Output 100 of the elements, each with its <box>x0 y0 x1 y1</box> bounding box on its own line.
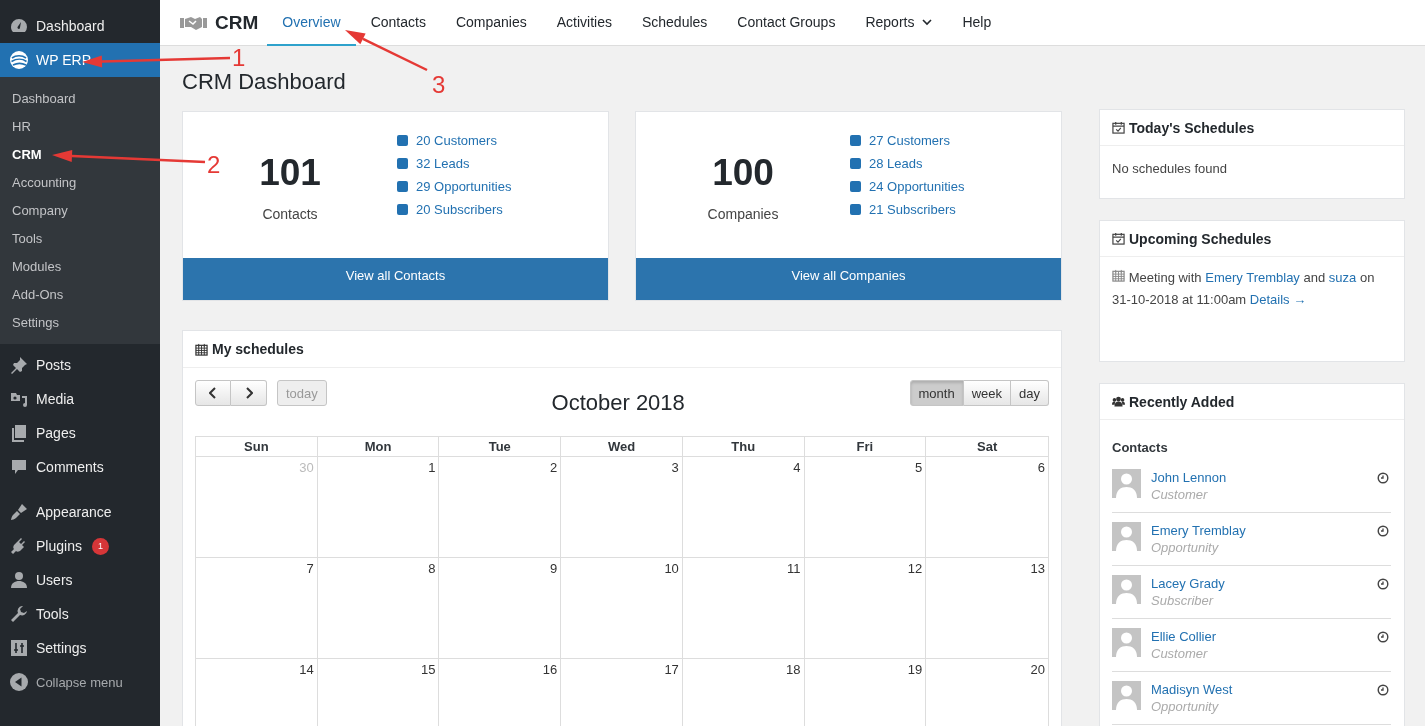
pin-icon <box>9 355 29 375</box>
submenu-item[interactable]: Company <box>0 196 160 224</box>
contact-name[interactable]: Emery Tremblay <box>1151 522 1246 539</box>
page-title: CRM Dashboard <box>182 69 346 95</box>
sidebar-item[interactable]: Plugins 1 <box>0 529 160 563</box>
nav-tab[interactable]: Schedules <box>626 0 723 46</box>
day-number[interactable]: 10 <box>664 561 679 576</box>
day-number[interactable]: 9 <box>549 561 558 576</box>
submenu-item[interactable]: Add-Ons <box>0 280 160 308</box>
details-link[interactable]: Details → <box>1249 292 1307 307</box>
nav-tab[interactable]: Reports <box>850 0 948 46</box>
calendar-icon <box>195 342 208 356</box>
contact-name[interactable]: Lacey Grady <box>1151 575 1225 592</box>
nav-tab[interactable]: Help <box>947 0 1007 46</box>
view-toggle[interactable]: month <box>909 380 964 406</box>
next-button[interactable] <box>231 380 267 406</box>
sidebar-item[interactable]: Users <box>0 563 160 597</box>
submenu-item[interactable]: HR <box>0 112 160 140</box>
user-link[interactable]: suza <box>1328 270 1357 285</box>
day-number[interactable]: 5 <box>915 460 923 475</box>
count-label: Contacts <box>262 206 318 222</box>
avatar-placeholder <box>1112 469 1141 498</box>
globe-icon <box>9 50 29 70</box>
panel-title: Today's Schedules <box>1129 119 1255 136</box>
sidebar-item[interactable]: Media <box>0 382 160 416</box>
sidebar-item[interactable]: Appearance <box>0 495 160 529</box>
nav-tab[interactable]: Contacts <box>355 0 441 46</box>
submenu-item[interactable]: Dashboard <box>0 84 160 112</box>
nav-tab[interactable]: Activities <box>541 0 627 46</box>
submenu-item[interactable]: Tools <box>0 224 160 252</box>
contact-type: Customer <box>1151 486 1209 503</box>
view-all-button[interactable]: View all Contacts <box>183 258 608 300</box>
sidebar-item[interactable]: WP ERP <box>0 43 160 77</box>
stat-link[interactable]: 20 Subscribers <box>397 201 512 217</box>
day-number[interactable]: 17 <box>664 662 679 677</box>
panel-title: My schedules <box>212 341 304 357</box>
view-all-button[interactable]: View all Companies <box>636 258 1061 300</box>
calendar-check-icon <box>1112 121 1125 134</box>
wrench-icon <box>9 604 29 624</box>
stat-link[interactable]: 28 Leads <box>850 155 965 171</box>
clock-icon <box>1377 631 1389 643</box>
submenu-item[interactable]: Modules <box>0 252 160 280</box>
contact-type: Subscriber <box>1151 592 1215 609</box>
submenu-item[interactable]: Settings <box>0 308 160 336</box>
collapse-menu-button[interactable]: Collapse menu <box>0 665 160 699</box>
day-number[interactable]: 6 <box>1037 460 1045 475</box>
contact-link[interactable]: Emery Tremblay <box>1205 270 1300 285</box>
user-icon <box>9 570 29 590</box>
caret-icon <box>922 18 933 26</box>
day-number[interactable]: 8 <box>428 561 436 576</box>
weekday-header: Tue <box>439 437 562 457</box>
day-number[interactable]: 16 <box>542 662 558 677</box>
day-number[interactable]: 14 <box>299 662 314 677</box>
chevron-left-icon <box>209 387 217 399</box>
sidebar-item[interactable]: Posts <box>0 348 160 382</box>
submenu-item[interactable]: Accounting <box>0 168 160 196</box>
view-toggle[interactable]: day <box>1011 380 1049 406</box>
day-number[interactable]: 4 <box>793 460 801 475</box>
avatar-placeholder <box>1112 522 1141 551</box>
day-number[interactable]: 2 <box>549 460 558 475</box>
day-number[interactable]: 11 <box>787 561 801 576</box>
avatar-placeholder <box>1112 628 1141 657</box>
weekday-header: Thu <box>682 437 805 457</box>
day-number[interactable]: 3 <box>671 460 679 475</box>
previous-button[interactable] <box>195 380 231 406</box>
panel-title: Recently Added <box>1129 393 1235 410</box>
day-number[interactable]: 18 <box>786 662 801 677</box>
sidebar-item[interactable]: Tools <box>0 597 160 631</box>
nav-tab[interactable]: Companies <box>440 0 542 46</box>
submenu-item[interactable]: CRM <box>0 140 160 168</box>
stat-link[interactable]: 20 Customers <box>397 132 512 148</box>
stat-link[interactable]: 21 Subscribers <box>850 201 965 217</box>
view-toggle[interactable]: week <box>963 380 1012 406</box>
sidebar-item[interactable]: Pages <box>0 416 160 450</box>
contact-type: Opportunity <box>1151 539 1220 556</box>
handshake-icon <box>180 14 207 31</box>
day-number[interactable]: 13 <box>1030 561 1045 576</box>
schedule-entry: Meeting with Emery Tremblay and suza on 31-10-2018 at 11:00am Details → <box>1112 268 1376 309</box>
contact-name[interactable]: Ellie Collier <box>1151 628 1217 645</box>
nav-tab[interactable]: Contact Groups <box>722 0 851 46</box>
stat-link[interactable]: 27 Customers <box>850 132 965 148</box>
annotation-number: 1 <box>232 44 246 71</box>
day-number[interactable]: 20 <box>1030 662 1045 677</box>
day-number[interactable]: 1 <box>428 460 436 475</box>
avatar-placeholder <box>1112 575 1141 604</box>
day-number[interactable]: 12 <box>907 561 923 576</box>
total-count: 101 <box>259 152 321 194</box>
sidebar-item[interactable]: Settings <box>0 631 160 665</box>
annotation-number: 2 <box>207 151 221 178</box>
day-number[interactable]: 15 <box>420 662 436 677</box>
contact-name[interactable]: Madisyn West <box>1151 681 1233 698</box>
sidebar-item[interactable]: Dashboard <box>0 9 160 43</box>
sidebar-item[interactable]: Comments <box>0 450 160 484</box>
avatar-placeholder <box>1112 681 1141 710</box>
day-number[interactable]: 7 <box>306 561 314 576</box>
day-number[interactable]: 19 <box>907 662 923 677</box>
stat-link[interactable]: 24 Opportunities <box>850 178 965 194</box>
stat-link[interactable]: 32 Leads <box>397 155 512 171</box>
stat-link[interactable]: 29 Opportunities <box>397 178 512 194</box>
contact-name[interactable]: John Lennon <box>1151 469 1227 486</box>
